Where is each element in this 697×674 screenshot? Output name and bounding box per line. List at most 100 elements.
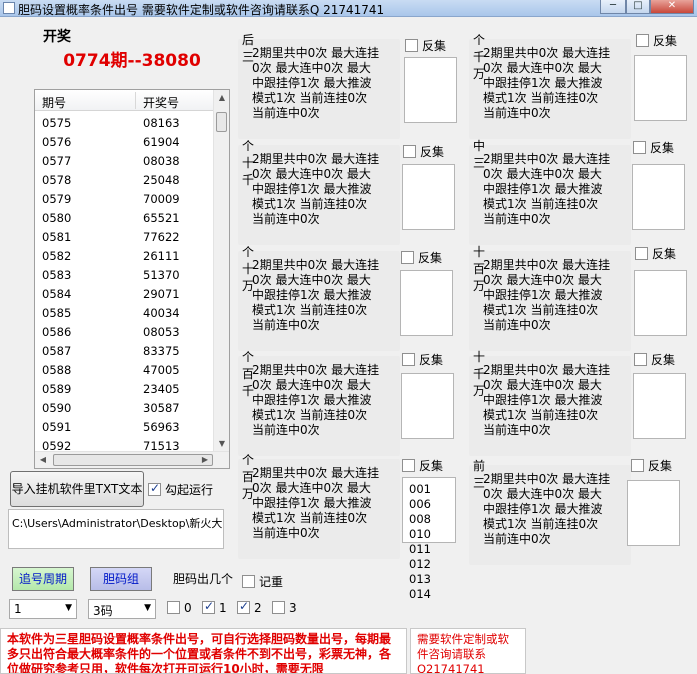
period-cell: 0590 <box>42 401 72 415</box>
code-select[interactable]: 3码 ▼ <box>88 599 156 619</box>
window-title: 胆码设置概率条件出号 需要软件定制或软件咨询请联系Q 21741741 <box>18 3 385 17</box>
period-cell: 0577 <box>42 154 72 168</box>
list-item[interactable]: 0589 23405 <box>35 379 215 398</box>
list-item[interactable]: 0580 65521 <box>35 208 215 227</box>
invert-checkbox[interactable]: 反集 <box>635 245 676 262</box>
list-item[interactable]: 0586 08053 <box>35 322 215 341</box>
result-textbox[interactable] <box>634 270 687 336</box>
checkbox-unchecked-icon[interactable] <box>272 601 285 614</box>
maximize-button[interactable]: □ <box>626 0 650 14</box>
follow-period-button[interactable]: 追号周期 <box>12 567 74 591</box>
scroll-thumb[interactable] <box>216 112 227 132</box>
minimize-button[interactable]: ─ <box>600 0 626 14</box>
checkbox-unchecked-icon[interactable] <box>635 247 648 260</box>
checkbox-unchecked-icon[interactable] <box>631 459 644 472</box>
invert-checkbox[interactable]: 反集 <box>634 351 675 368</box>
invert-checkbox[interactable]: 反集 <box>405 37 446 54</box>
list-item[interactable]: 0578 25048 <box>35 170 215 189</box>
result-textbox[interactable] <box>627 480 680 546</box>
result-textbox[interactable]: 001 006 008 010 011 012 013 014 <box>402 477 456 601</box>
result-textbox[interactable] <box>402 164 455 230</box>
invert-checkbox[interactable]: 反集 <box>633 139 674 156</box>
checkbox-unchecked-icon[interactable] <box>633 141 646 154</box>
vertical-scrollbar[interactable]: ▲ ▼ <box>213 90 229 452</box>
checkbox-unchecked-icon[interactable] <box>402 353 415 366</box>
list-item[interactable]: 0575 08163 <box>35 113 215 132</box>
group-stats: 2期里共中0次 最大连挂0次 最大连中0次 最大中跟挂停1次 最大推波模式1次 … <box>483 363 611 437</box>
chevron-down-icon[interactable]: ▼ <box>144 603 151 613</box>
list-item[interactable]: 0577 08038 <box>35 151 215 170</box>
invert-checkbox[interactable]: 反集 <box>631 457 672 474</box>
list-item[interactable]: 0579 70009 <box>35 189 215 208</box>
digit-checkbox-1[interactable]: 1 <box>202 599 227 615</box>
checkbox-unchecked-icon[interactable] <box>636 34 649 47</box>
group-stats: 2期里共中0次 最大连挂0次 最大连中0次 最大中跟挂停1次 最大推波模式1次 … <box>252 46 380 120</box>
hscroll-thumb[interactable] <box>53 454 213 466</box>
digit-checkbox-0[interactable]: 0 <box>167 601 192 615</box>
number-line: 013 014 <box>409 572 431 601</box>
checkbox-unchecked-icon[interactable] <box>403 145 416 158</box>
invert-label: 反集 <box>418 251 443 265</box>
scroll-down-icon[interactable]: ▼ <box>214 436 229 452</box>
list-item[interactable]: 0581 77622 <box>35 227 215 246</box>
checkbox-unchecked-icon[interactable] <box>401 251 414 264</box>
checkbox-unchecked-icon[interactable] <box>402 459 415 472</box>
number-cell: 77622 <box>143 230 180 244</box>
dan-count-label: 胆码出几个 <box>173 572 234 586</box>
invert-label: 反集 <box>650 141 675 155</box>
chevron-down-icon[interactable]: ▼ <box>65 603 72 613</box>
checkbox-unchecked-icon[interactable] <box>242 575 255 588</box>
digit-label: 1 <box>219 601 227 615</box>
invert-checkbox[interactable]: 反集 <box>402 351 443 368</box>
path-field[interactable]: C:\Users\Administrator\Desktop\新火大 <box>8 509 224 549</box>
contact-note: 需要软件定制或软件咨询请联系Q21741741 <box>410 628 526 674</box>
result-textbox[interactable] <box>634 55 687 121</box>
list-item[interactable]: 0583 51370 <box>35 265 215 284</box>
list-item[interactable]: 0587 83375 <box>35 341 215 360</box>
record-label: 记重 <box>259 575 284 589</box>
import-txt-button[interactable]: 导入挂机软件里TXT文本 <box>10 471 144 507</box>
digit-checkbox-2[interactable]: 2 <box>237 599 262 615</box>
auto-run-checkbox[interactable]: 勾起运行 <box>148 481 213 498</box>
list-item[interactable]: 0582 26111 <box>35 246 215 265</box>
invert-checkbox[interactable]: 反集 <box>401 249 442 266</box>
invert-label: 反集 <box>419 353 444 367</box>
result-textbox[interactable] <box>404 57 457 123</box>
result-textbox[interactable] <box>400 270 453 336</box>
record-checkbox[interactable]: 记重 <box>242 573 283 590</box>
digit-label: 2 <box>254 601 262 615</box>
column-period[interactable]: 期号 <box>42 94 66 111</box>
checkbox-unchecked-icon[interactable] <box>634 353 647 366</box>
invert-checkbox[interactable]: 反集 <box>403 143 444 160</box>
list-item[interactable]: 0591 56963 <box>35 417 215 436</box>
digit-checkbox-3[interactable]: 3 <box>272 601 297 615</box>
checkbox-unchecked-icon[interactable] <box>405 39 418 52</box>
number-cell: 56963 <box>143 420 180 434</box>
dan-group-button[interactable]: 胆码组 <box>90 567 152 591</box>
scroll-up-icon[interactable]: ▲ <box>214 90 229 106</box>
list-item[interactable]: 0590 30587 <box>35 398 215 417</box>
list-item[interactable]: 0576 61904 <box>35 132 215 151</box>
history-list[interactable]: 期号 开奖号 0575 08163 0576 61904 0577 08038 0578 25… <box>34 89 230 469</box>
checkbox-checked-icon[interactable] <box>202 599 215 614</box>
result-textbox[interactable] <box>401 373 454 439</box>
period-select[interactable]: 1 ▼ <box>9 599 77 619</box>
list-item[interactable]: 0585 40034 <box>35 303 215 322</box>
result-textbox[interactable] <box>633 373 686 439</box>
number-cell: 08053 <box>143 325 180 339</box>
close-button[interactable]: ✕ <box>650 0 694 14</box>
warning-note: 本软件为三星胆码设置概率条件出号，可自行选择胆码数量出号，每期最多只出符合最大概… <box>0 628 407 674</box>
invert-checkbox[interactable]: 反集 <box>402 457 443 474</box>
scroll-left-icon[interactable]: ◀ <box>35 452 51 468</box>
scroll-right-icon[interactable]: ▶ <box>197 452 213 468</box>
horizontal-scrollbar[interactable]: ◀ ▶ <box>35 451 229 468</box>
checkbox-unchecked-icon[interactable] <box>167 601 180 614</box>
column-number[interactable]: 开奖号 <box>143 94 179 111</box>
list-item[interactable]: 0584 29071 <box>35 284 215 303</box>
result-textbox[interactable] <box>632 164 685 230</box>
checkbox-checked-icon[interactable] <box>148 481 161 496</box>
invert-checkbox[interactable]: 反集 <box>636 32 677 49</box>
checkbox-checked-icon[interactable] <box>237 599 250 614</box>
list-item[interactable]: 0588 47005 <box>35 360 215 379</box>
period-cell: 0576 <box>42 135 72 149</box>
